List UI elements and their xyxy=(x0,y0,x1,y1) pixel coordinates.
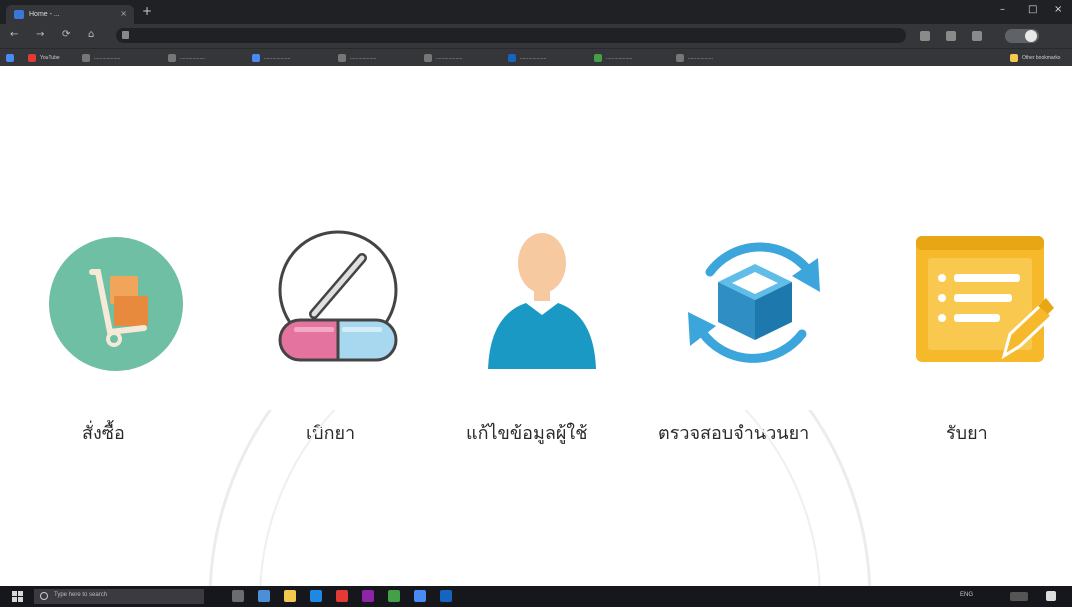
search-icon xyxy=(40,592,48,600)
browser-toolbar: ← → ⟳ ⌂ xyxy=(0,24,1072,48)
apps-shortcut[interactable] xyxy=(6,53,18,63)
app-icon[interactable] xyxy=(440,590,452,602)
task-view-icon[interactable] xyxy=(232,590,244,602)
pill-capsule-icon xyxy=(278,230,398,362)
bookmark-icon xyxy=(168,54,176,62)
bookmark-label: .................. xyxy=(688,55,714,61)
menu-item-withdraw[interactable] xyxy=(264,228,412,372)
forward-button[interactable]: → xyxy=(36,29,44,40)
bookmark-item[interactable]: ................... xyxy=(424,53,462,63)
app-icon[interactable] xyxy=(336,590,348,602)
bookmark-item[interactable]: .................. xyxy=(168,53,205,63)
bookmark-icon xyxy=(252,54,260,62)
bookmark-label: ................... xyxy=(520,55,547,61)
extension-icon[interactable] xyxy=(920,31,930,41)
clock-area[interactable] xyxy=(1010,592,1028,601)
maximize-button[interactable]: □ xyxy=(1028,4,1037,15)
tray-language[interactable]: ENG xyxy=(960,592,973,598)
bookmark-icon xyxy=(508,54,516,62)
menu-item-order[interactable] xyxy=(48,236,184,372)
bookmark-item[interactable]: .................. xyxy=(676,53,713,63)
notification-icon[interactable] xyxy=(1046,591,1056,601)
other-bookmarks-label: Other bookmarks xyxy=(1022,55,1061,61)
folder-icon xyxy=(1010,54,1018,62)
back-button[interactable]: ← xyxy=(10,29,18,40)
hand-truck-icon xyxy=(49,237,183,371)
bookmark-label: YouTube xyxy=(40,55,60,61)
new-tab-button[interactable]: + xyxy=(142,5,152,17)
windows-start-icon[interactable] xyxy=(12,591,23,602)
bookmark-icon xyxy=(338,54,346,62)
bookmark-label: .................. xyxy=(180,55,206,61)
avatar xyxy=(1025,30,1037,42)
bookmark-icon xyxy=(82,54,90,62)
tab-close-icon[interactable]: × xyxy=(120,9,127,18)
bookmark-label: ................... xyxy=(436,55,463,61)
bookmark-item[interactable]: ................... xyxy=(338,53,376,63)
bookmark-label: ................... xyxy=(264,55,291,61)
extension-icon[interactable] xyxy=(946,31,956,41)
document-edit-icon xyxy=(916,236,1055,362)
bookmark-icon xyxy=(676,54,684,62)
tab-title: Home - ... xyxy=(29,11,60,18)
browser-tab[interactable]: Home - ... × xyxy=(6,5,134,24)
extension-icon[interactable] xyxy=(972,31,982,41)
bookmarks-bar: YouTube ................... ............… xyxy=(0,48,1072,67)
app-icon[interactable] xyxy=(362,590,374,602)
box-refresh-icon xyxy=(688,242,820,363)
browser-tab-bar: Home - ... × + – □ × xyxy=(0,0,1072,24)
close-window-button[interactable]: × xyxy=(1054,4,1062,15)
bookmark-label: ................... xyxy=(606,55,633,61)
bookmark-icon xyxy=(594,54,602,62)
lock-icon xyxy=(122,31,129,39)
chrome-icon[interactable] xyxy=(414,590,426,602)
app-icon[interactable] xyxy=(388,590,400,602)
menu-label-withdraw[interactable]: เบิกยา xyxy=(306,418,355,447)
bookmark-item[interactable]: YouTube xyxy=(28,53,60,63)
edge-icon[interactable] xyxy=(258,590,270,602)
bookmark-item[interactable]: ................... xyxy=(82,53,120,63)
bookmark-item[interactable]: ................... xyxy=(508,53,546,63)
menu-label-order[interactable]: สั่งซื้อ xyxy=(82,418,125,447)
file-explorer-icon[interactable] xyxy=(284,590,296,602)
menu-label-receive[interactable]: รับยา xyxy=(946,418,988,447)
menu-item-check-stock[interactable] xyxy=(680,230,830,372)
bookmark-item[interactable]: ................... xyxy=(594,53,632,63)
apps-icon xyxy=(6,54,14,62)
taskbar-search-input[interactable]: Type here to search xyxy=(34,589,204,604)
tab-favicon-icon xyxy=(14,10,24,19)
bookmark-label: ................... xyxy=(350,55,377,61)
page-content: สั่งซื้อ เบิกยา แก้ไขข้อมูลผู้ใช้ ตรวจสอ… xyxy=(0,66,1072,600)
reload-button[interactable]: ⟳ xyxy=(62,29,70,40)
taskbar: Type here to search ENG xyxy=(0,586,1072,607)
menu-item-edit-user[interactable] xyxy=(486,231,598,371)
youtube-icon xyxy=(28,54,36,62)
taskbar-search-placeholder: Type here to search xyxy=(54,592,108,598)
user-icon xyxy=(488,233,596,369)
bookmark-label: ................... xyxy=(94,55,121,61)
bookmark-item[interactable]: ................... xyxy=(252,53,290,63)
address-bar[interactable] xyxy=(116,28,906,43)
home-button[interactable]: ⌂ xyxy=(88,29,94,40)
profile-button[interactable] xyxy=(1005,29,1039,43)
bookmark-icon xyxy=(424,54,432,62)
menu-item-receive[interactable] xyxy=(914,234,1056,366)
other-bookmarks[interactable]: Other bookmarks xyxy=(1010,53,1060,63)
store-icon[interactable] xyxy=(310,590,322,602)
menu-label-check-stock[interactable]: ตรวจสอบจำนวนยา xyxy=(658,418,809,447)
menu-label-edit-user[interactable]: แก้ไขข้อมูลผู้ใช้ xyxy=(466,418,587,447)
minimize-button[interactable]: – xyxy=(1000,4,1005,15)
